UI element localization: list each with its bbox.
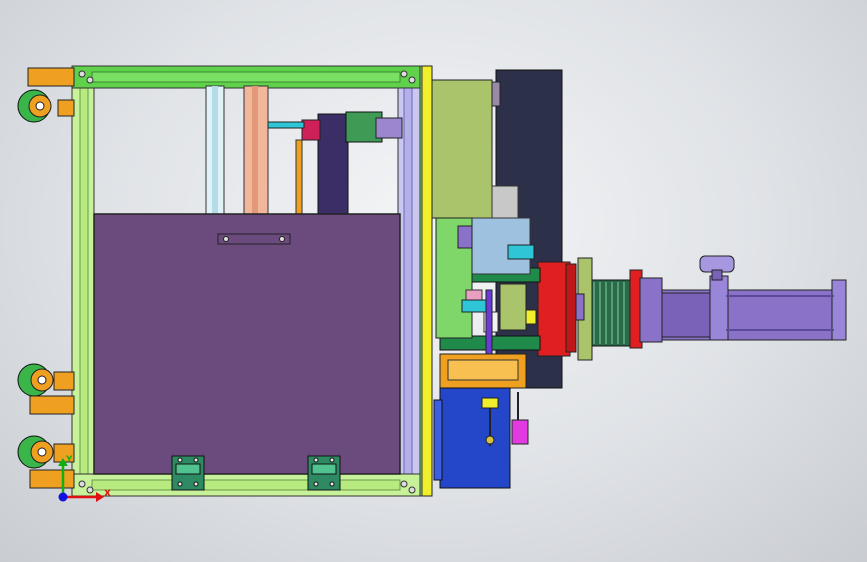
caster-mid (17, 363, 75, 415)
coupler-ring (375, 117, 403, 139)
purple-housing (317, 113, 349, 215)
cad-viewport[interactable]: X Y (0, 0, 867, 562)
navy-flywheel-hub (491, 81, 501, 107)
door-panel (93, 213, 401, 475)
thin-orange-rod (295, 139, 303, 215)
blue-motor (439, 387, 511, 489)
red-block (537, 261, 571, 357)
triad-y-label: Y (65, 455, 73, 465)
frame-top-beam-inner (91, 71, 401, 83)
magenta-collar (301, 119, 321, 141)
frame-bottom-beam-inner (91, 479, 401, 491)
door-handle-screw (279, 236, 285, 242)
purple-spacer (639, 277, 663, 343)
cylinder-mount-post (711, 269, 723, 281)
blue-motor-mount (433, 399, 443, 481)
magenta-sensor (511, 419, 529, 445)
olive-block-mid (499, 283, 527, 331)
purple-block-mid (457, 225, 473, 249)
sensor-head (485, 435, 495, 445)
door-handle-screw (223, 236, 229, 242)
yellow-tab (525, 309, 537, 325)
cyan-switch (507, 244, 535, 260)
olive-block-top (429, 79, 493, 219)
upright-light-inner (212, 86, 218, 214)
frame-right-post-inner (403, 71, 413, 491)
orange-carriage-inner (447, 359, 519, 381)
triad-x-label: X (104, 489, 111, 499)
yellow-column (421, 65, 433, 497)
caster-top (17, 67, 75, 123)
cyan-shaft (267, 121, 305, 129)
triad-origin (58, 492, 68, 502)
door-hinge-right (307, 455, 341, 491)
red-block-cap (565, 263, 577, 353)
yellow-clamp (481, 397, 499, 409)
door-hinge-left (171, 455, 205, 491)
upright-salmon-inner (252, 86, 258, 214)
cyan-block (461, 299, 487, 313)
assembly-drawing: X Y (17, 65, 847, 502)
cylinder-collar (709, 275, 729, 341)
cylinder-endcap (831, 279, 847, 341)
frame-left-post-inner (79, 71, 89, 491)
